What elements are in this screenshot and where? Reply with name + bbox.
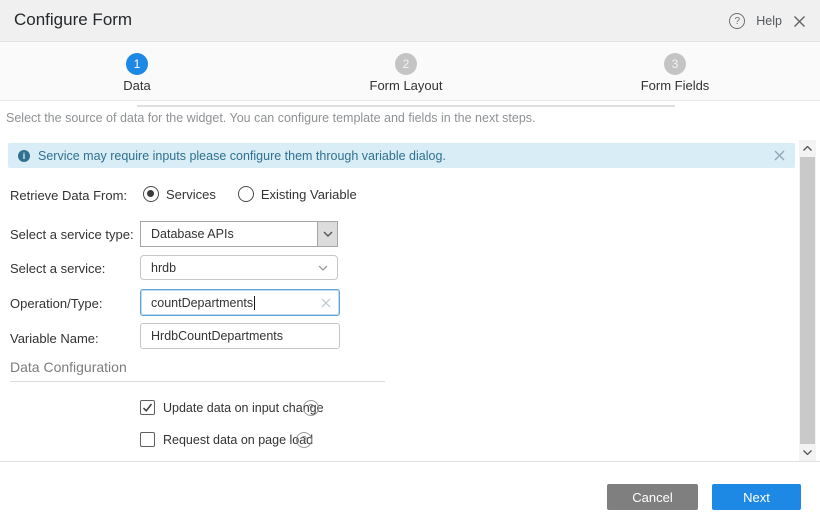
- step-2-label: Form Layout: [336, 78, 476, 93]
- checkmark-icon: [142, 402, 153, 413]
- operation-type-value: countDepartments: [141, 296, 253, 310]
- step-1-label: Data: [67, 78, 207, 93]
- radio-existing-variable-label[interactable]: Existing Variable: [261, 187, 357, 202]
- data-configuration-heading: Data Configuration: [10, 359, 127, 375]
- info-banner: i Service may require inputs please conf…: [8, 143, 795, 168]
- operation-type-label: Operation/Type:: [10, 296, 103, 311]
- service-type-dropdown-button[interactable]: [317, 222, 337, 246]
- step-3-number: 3: [672, 57, 679, 71]
- clear-input-icon[interactable]: [321, 298, 331, 308]
- scrollbar-thumb[interactable]: [800, 157, 815, 444]
- stepper-connector-line: [137, 105, 675, 107]
- operation-type-input[interactable]: countDepartments: [140, 289, 340, 316]
- info-icon: i: [18, 150, 30, 162]
- radio-services[interactable]: [143, 186, 159, 202]
- info-banner-message: Service may require inputs please config…: [38, 149, 446, 163]
- update-data-checkbox-label[interactable]: Update data on input change: [163, 401, 324, 415]
- step-1-number: 1: [134, 57, 141, 71]
- radio-existing-variable[interactable]: [238, 186, 254, 202]
- next-button[interactable]: Next: [712, 484, 801, 510]
- scrollbar-up-arrow[interactable]: [799, 140, 816, 157]
- retrieve-data-radio-group: Services Existing Variable: [143, 186, 357, 202]
- radio-services-label[interactable]: Services: [166, 187, 216, 202]
- step-3-circle[interactable]: 3: [664, 53, 686, 75]
- variable-name-input[interactable]: [140, 323, 340, 349]
- chevron-down-icon: [318, 265, 328, 271]
- update-data-row: Update data on input change: [140, 400, 324, 415]
- dialog-footer: Cancel Next: [0, 461, 820, 525]
- banner-dismiss-icon[interactable]: [774, 150, 785, 161]
- request-data-help-icon[interactable]: ?: [296, 432, 312, 448]
- variable-name-label: Variable Name:: [10, 331, 99, 346]
- retrieve-data-from-label: Retrieve Data From:: [10, 188, 127, 203]
- service-type-value: Database APIs: [141, 227, 317, 241]
- service-value: hrdb: [141, 261, 318, 275]
- request-data-checkbox[interactable]: [140, 432, 155, 447]
- section-divider: [10, 381, 385, 382]
- help-link[interactable]: Help: [756, 14, 782, 28]
- step-2-number: 2: [403, 57, 410, 71]
- step-1-circle[interactable]: 1: [126, 53, 148, 75]
- service-type-select[interactable]: Database APIs: [140, 221, 338, 247]
- service-label: Select a service:: [10, 261, 105, 276]
- request-data-row: Request data on page load: [140, 432, 313, 447]
- help-icon[interactable]: ?: [729, 13, 745, 29]
- cancel-button[interactable]: Cancel: [607, 484, 698, 510]
- update-data-help-icon[interactable]: ?: [303, 400, 319, 416]
- text-cursor: [254, 296, 255, 310]
- service-type-label: Select a service type:: [10, 227, 134, 242]
- chevron-down-icon: [323, 231, 333, 237]
- page-title: Configure Form: [14, 10, 132, 30]
- scrollbar-down-arrow[interactable]: [799, 444, 816, 461]
- update-data-checkbox[interactable]: [140, 400, 155, 415]
- step-2-circle[interactable]: 2: [395, 53, 417, 75]
- service-select[interactable]: hrdb: [140, 255, 338, 280]
- step-3-label: Form Fields: [605, 78, 745, 93]
- close-icon[interactable]: [793, 15, 806, 28]
- dialog-header: Configure Form ? Help: [0, 0, 820, 42]
- request-data-checkbox-label[interactable]: Request data on page load: [163, 433, 313, 447]
- header-actions: ? Help: [729, 0, 806, 42]
- configure-form-dialog: Configure Form ? Help 1 2 3 Data Form La…: [0, 0, 820, 525]
- vertical-scrollbar[interactable]: [799, 140, 816, 461]
- step-description: Select the source of data for the widget…: [6, 111, 536, 125]
